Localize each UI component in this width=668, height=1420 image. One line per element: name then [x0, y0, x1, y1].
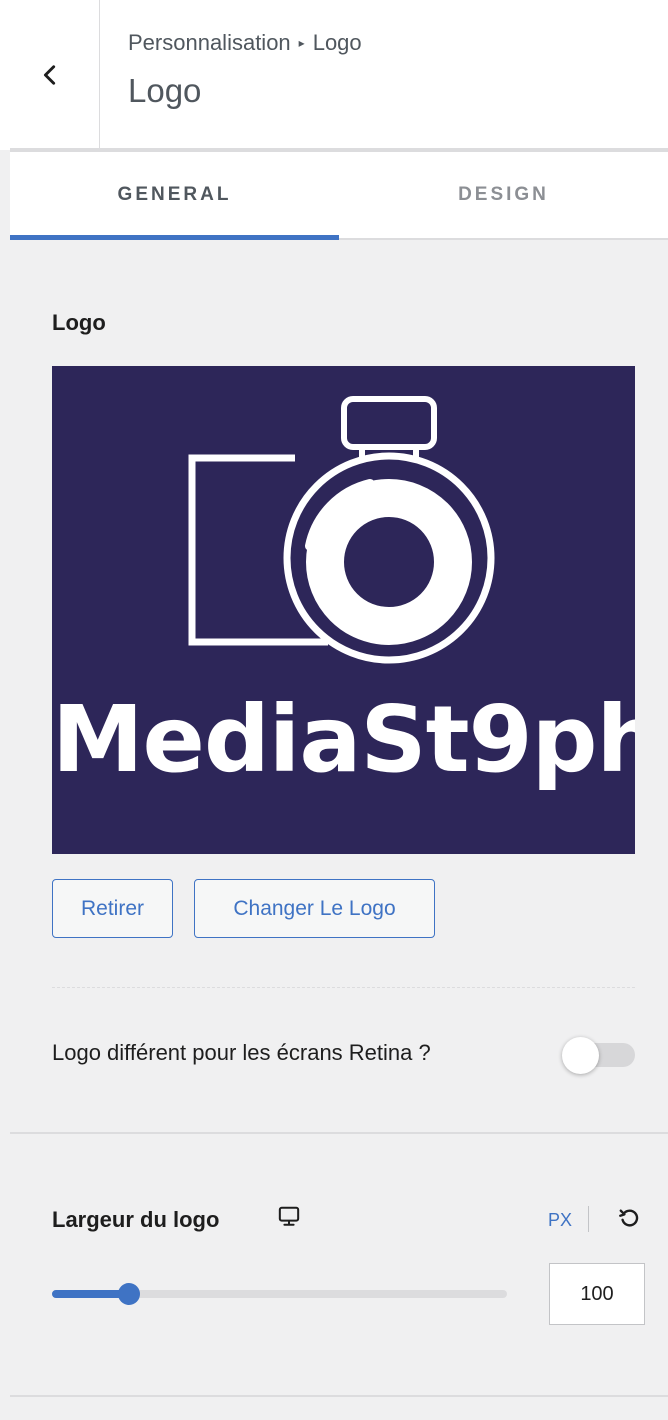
- change-logo-button[interactable]: Changer Le Logo: [194, 879, 435, 938]
- section-divider: [10, 1132, 668, 1134]
- tab-general[interactable]: GENERAL: [10, 152, 339, 240]
- breadcrumb-current: Logo: [312, 30, 362, 55]
- logo-preview-image[interactable]: MediaSt9ph: [52, 366, 635, 854]
- logo-width-input[interactable]: [549, 1263, 645, 1325]
- dashed-separator: [52, 987, 635, 988]
- slider-thumb[interactable]: [118, 1283, 141, 1305]
- back-button[interactable]: [0, 0, 100, 150]
- header-text: Personnalisation ▸ Logo Logo: [128, 30, 362, 110]
- chevron-left-icon: [43, 65, 55, 85]
- desktop-monitor-icon[interactable]: [278, 1205, 300, 1227]
- remove-logo-button[interactable]: Retirer: [52, 879, 173, 938]
- retina-toggle-label: Logo différent pour les écrans Retina ?: [52, 1040, 431, 1065]
- reset-icon[interactable]: [618, 1207, 640, 1229]
- tab-design[interactable]: DESIGN: [339, 152, 668, 238]
- panel-header: Personnalisation ▸ Logo Logo: [0, 0, 668, 150]
- logo-section-label: Logo: [52, 310, 106, 335]
- retina-toggle[interactable]: [562, 1037, 635, 1074]
- unit-separator: [588, 1206, 589, 1232]
- breadcrumb-parent: Personnalisation: [128, 30, 291, 55]
- breadcrumb-separator-icon: ▸: [298, 36, 305, 50]
- logo-wordmark: MediaSt9ph: [52, 686, 635, 793]
- toggle-knob: [562, 1037, 599, 1074]
- logo-width-slider[interactable]: [52, 1282, 507, 1306]
- section-divider-bottom: [10, 1395, 668, 1397]
- breadcrumb: Personnalisation ▸ Logo: [128, 30, 362, 56]
- page-title: Logo: [128, 72, 202, 109]
- unit-selector-px[interactable]: PX: [548, 1210, 572, 1231]
- tab-bar: GENERAL DESIGN: [10, 152, 668, 240]
- logo-width-label: Largeur du logo: [52, 1207, 220, 1232]
